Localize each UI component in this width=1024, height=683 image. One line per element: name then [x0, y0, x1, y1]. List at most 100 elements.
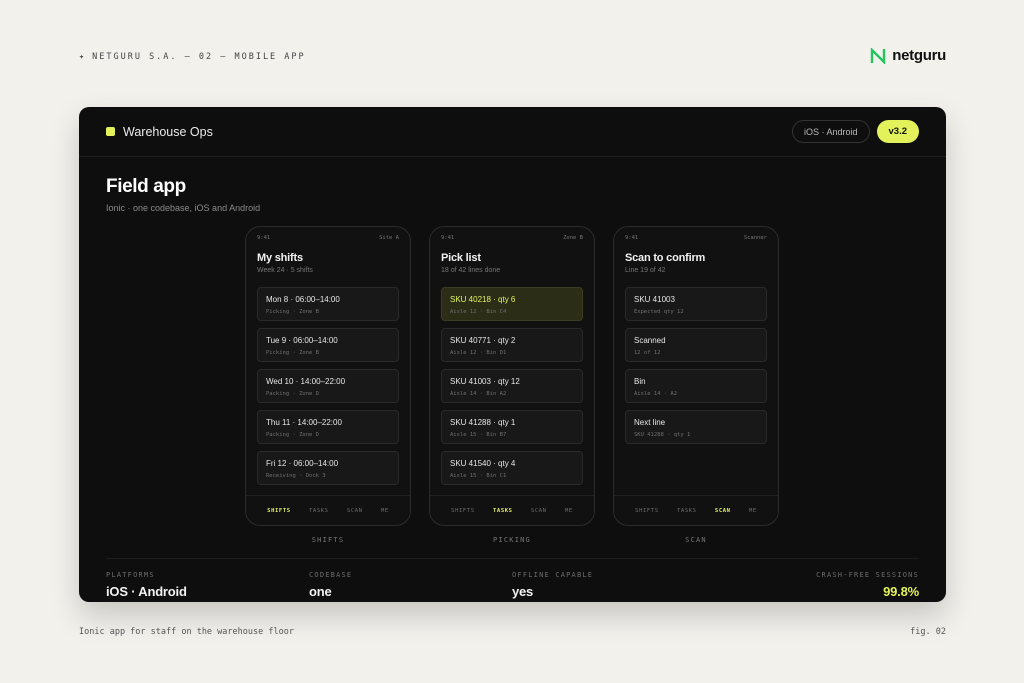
- phone-shifts: 9:41 Site A My shifts Week 24 · 5 shifts…: [245, 226, 411, 526]
- app-frame: Warehouse Ops iOS · Android v3.2 Field a…: [79, 107, 946, 602]
- screen-title: Pick list: [441, 252, 481, 264]
- status-bar: 9:41 Site A: [257, 235, 399, 241]
- stats-row: PLATFORMS iOS · Android CODEBASE one OFF…: [106, 558, 919, 599]
- status-context: Zone B: [563, 235, 583, 241]
- status-time: 9:41: [257, 235, 271, 241]
- page-subtitle: Ionic · one codebase, iOS and Android: [106, 203, 261, 213]
- scan-card-title: Scanned: [634, 336, 666, 345]
- tab-bar: SHIFTS TASKS SCAN ME: [246, 495, 410, 525]
- scan-card-title: Next line: [634, 418, 666, 427]
- shift-title: Fri 12 · 06:00–14:00: [266, 459, 339, 468]
- tab-shifts[interactable]: SHIFTS: [451, 508, 474, 514]
- tab-bar: SHIFTS TASKS SCAN ME: [430, 495, 594, 525]
- screen-subtitle: Week 24 · 5 shifts: [257, 267, 313, 274]
- pick-line-title: SKU 41540 · qty 4: [450, 459, 516, 468]
- scan-card-detail: Expected qty 12: [634, 309, 684, 315]
- shift-detail: Packing · Zone D: [266, 391, 319, 397]
- scan-details: SKU 41003 Expected qty 12 Scanned 12 of 12…: [625, 287, 767, 444]
- stat-value: 99.8%: [883, 584, 919, 599]
- stat-codebase: CODEBASE one: [309, 571, 352, 599]
- app-name-text: Warehouse Ops: [123, 124, 213, 139]
- tab-shifts[interactable]: SHIFTS: [267, 508, 290, 514]
- phone-caption-scan: SCAN: [685, 536, 707, 544]
- shift-detail: Packing · Zone D: [266, 432, 319, 438]
- tab-me[interactable]: ME: [565, 508, 573, 514]
- phone-caption-shifts: SHIFTS: [311, 536, 345, 544]
- shift-card[interactable]: Mon 8 · 06:00–14:00 Picking · Zone B: [257, 287, 399, 321]
- app-dot-icon: [106, 127, 115, 136]
- stat-crash-free: CRASH-FREE SESSIONS 99.8%: [816, 571, 919, 599]
- phone-caption-picking: PICKING: [493, 536, 531, 544]
- scan-card-title: SKU 41003: [634, 295, 675, 304]
- status-time: 9:41: [441, 235, 455, 241]
- tab-me[interactable]: ME: [749, 508, 757, 514]
- status-time: 9:41: [625, 235, 639, 241]
- pick-line-title: SKU 41288 · qty 1: [450, 418, 516, 427]
- scan-card-detail: SKU 41288 · qty 1: [634, 432, 691, 438]
- shift-list: Mon 8 · 06:00–14:00 Picking · Zone B Tue …: [257, 287, 399, 485]
- shift-card[interactable]: Fri 12 · 06:00–14:00 Receiving · Dock 3: [257, 451, 399, 485]
- version-pill[interactable]: v3.2: [876, 120, 919, 143]
- status-bar: 9:41 Zone B: [441, 235, 583, 241]
- status-bar: 9:41 Scanner: [625, 235, 767, 241]
- screen-title: Scan to confirm: [625, 252, 706, 264]
- caption-text: NETGURU S.A. — 02 — MOBILE APP: [92, 52, 306, 62]
- scan-card-detail: 12 of 12: [634, 350, 661, 356]
- brand-name: netguru: [892, 47, 946, 64]
- tab-scan[interactable]: SCAN: [531, 508, 547, 514]
- tab-tasks[interactable]: TASKS: [309, 508, 329, 514]
- figure-caption: Ionic app for staff on the warehouse flo…: [79, 627, 294, 637]
- pick-line-title: SKU 40771 · qty 2: [450, 336, 516, 345]
- pick-line-card[interactable]: SKU 41288 · qty 1 Aisle 15 · Bin B7: [441, 410, 583, 444]
- pick-line-card[interactable]: SKU 41540 · qty 4 Aisle 15 · Bin C1: [441, 451, 583, 485]
- scan-card-title: Bin: [634, 377, 646, 386]
- scan-sku-card: SKU 41003 Expected qty 12: [625, 287, 767, 321]
- pick-line-location: Aisle 15 · Bin C1: [450, 473, 507, 479]
- tab-bar: SHIFTS TASKS SCAN ME: [614, 495, 778, 525]
- app-header: Warehouse Ops iOS · Android v3.2: [79, 107, 946, 157]
- shift-card[interactable]: Thu 11 · 14:00–22:00 Packing · Zone D: [257, 410, 399, 444]
- tab-me[interactable]: ME: [381, 508, 389, 514]
- tab-scan[interactable]: SCAN: [715, 508, 731, 514]
- tab-shifts[interactable]: SHIFTS: [635, 508, 658, 514]
- pick-line-location: Aisle 12 · Bin D1: [450, 350, 507, 356]
- sparkle-icon: ✦: [79, 52, 87, 62]
- pick-line-location: Aisle 14 · Bin A2: [450, 391, 507, 397]
- figure-number: fig. 02: [910, 627, 946, 637]
- stat-label: PLATFORMS: [106, 571, 155, 579]
- stat-platforms: PLATFORMS iOS · Android: [106, 571, 187, 599]
- screen-subtitle: Line 19 of 42: [625, 267, 666, 274]
- shift-title: Thu 11 · 14:00–22:00: [266, 418, 342, 427]
- screen-subtitle: 18 of 42 lines done: [441, 267, 501, 274]
- shift-detail: Picking · Zone B: [266, 309, 319, 315]
- shift-title: Tue 9 · 06:00–14:00: [266, 336, 338, 345]
- tab-scan[interactable]: SCAN: [347, 508, 363, 514]
- stat-value: iOS · Android: [106, 584, 187, 599]
- platforms-pill[interactable]: iOS · Android: [791, 120, 870, 143]
- page-title: Field app: [106, 176, 186, 197]
- stat-label: CRASH-FREE SESSIONS: [816, 571, 919, 579]
- stat-value: one: [309, 584, 332, 599]
- title-block: Field app Ionic · one codebase, iOS and …: [106, 176, 260, 213]
- tab-tasks[interactable]: TASKS: [677, 508, 697, 514]
- phone-scan: 9:41 Scanner Scan to confirm Line 19 of …: [613, 226, 779, 526]
- shift-title: Wed 10 · 14:00–22:00: [266, 377, 346, 386]
- shift-detail: Receiving · Dock 3: [266, 473, 326, 479]
- pick-line-card-active[interactable]: SKU 40218 · qty 6 Aisle 12 · Bin C4: [441, 287, 583, 321]
- screen-title: My shifts: [257, 252, 303, 264]
- status-context: Scanner: [743, 235, 767, 241]
- tab-tasks[interactable]: TASKS: [493, 508, 513, 514]
- header-pills: iOS · Android v3.2: [791, 120, 919, 143]
- shift-card[interactable]: Wed 10 · 14:00–22:00 Packing · Zone D: [257, 369, 399, 403]
- pick-line-card[interactable]: SKU 41003 · qty 12 Aisle 14 · Bin A2: [441, 369, 583, 403]
- pick-line-location: Aisle 15 · Bin B7: [450, 432, 507, 438]
- bin-card: Bin Aisle 14 · A2: [625, 369, 767, 403]
- pick-list: SKU 40218 · qty 6 Aisle 12 · Bin C4 SKU 4…: [441, 287, 583, 485]
- shift-card[interactable]: Tue 9 · 06:00–14:00 Picking · Zone B: [257, 328, 399, 362]
- stat-label: OFFLINE CAPABLE: [512, 571, 594, 579]
- next-line-card[interactable]: Next line SKU 41288 · qty 1: [625, 410, 767, 444]
- pick-line-title: SKU 41003 · qty 12: [450, 377, 520, 386]
- pick-line-card[interactable]: SKU 40771 · qty 2 Aisle 12 · Bin D1: [441, 328, 583, 362]
- stat-label: CODEBASE: [309, 571, 353, 579]
- stat-offline: OFFLINE CAPABLE yes: [512, 571, 593, 599]
